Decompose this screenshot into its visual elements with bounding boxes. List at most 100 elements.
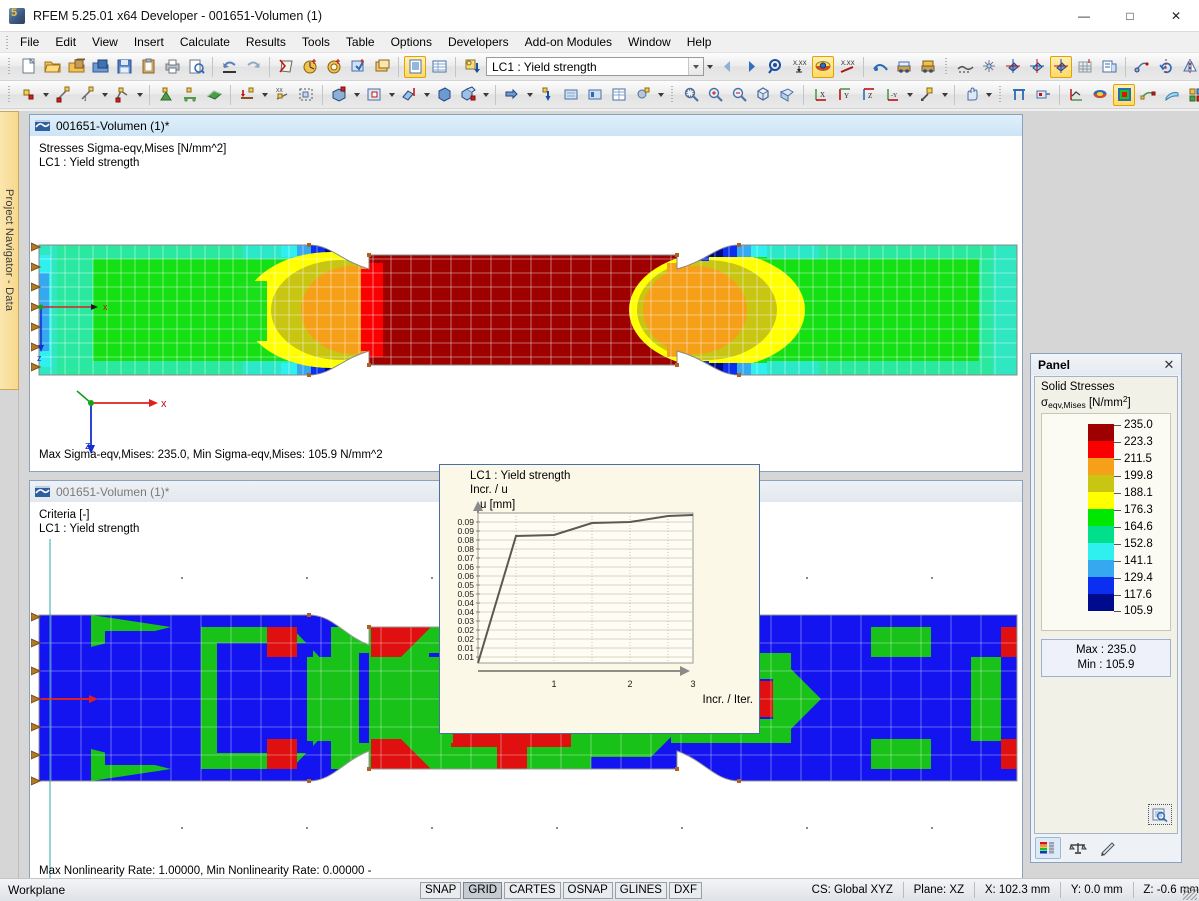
status-toggle-glines[interactable]: GLINES xyxy=(615,882,667,899)
line-dim-icon[interactable]: I xyxy=(76,84,98,106)
mdi-title-stresses[interactable]: 001651-Volumen (1)* xyxy=(30,115,1022,136)
surface-icon[interactable] xyxy=(203,84,225,106)
zoom-legend-icon[interactable] xyxy=(1148,804,1172,825)
grid-icon[interactable] xyxy=(1074,56,1096,78)
factors-tab-icon[interactable] xyxy=(1065,837,1091,859)
menu-file[interactable]: File xyxy=(12,33,47,51)
menu-tools[interactable]: Tools xyxy=(294,33,338,51)
menu-grip[interactable] xyxy=(4,35,10,50)
table-grid-icon[interactable] xyxy=(428,56,450,78)
minimize-button[interactable]: — xyxy=(1061,0,1107,32)
render-solid-icon[interactable] xyxy=(1026,56,1048,78)
measure-icon[interactable] xyxy=(1131,56,1153,78)
menu-add-on-modules[interactable]: Add-on Modules xyxy=(517,33,620,51)
toolbar-grip[interactable] xyxy=(669,85,676,105)
clipboard-icon[interactable] xyxy=(137,56,159,78)
save-project-icon[interactable] xyxy=(89,56,111,78)
color-scale-tab-icon[interactable] xyxy=(1035,837,1061,859)
next-load-case-icon[interactable] xyxy=(740,56,762,78)
results-panel[interactable]: Panel ✕ Solid Stresses σeqv,Mises [N/mm2… xyxy=(1030,353,1182,863)
smooth-icon[interactable] xyxy=(1161,84,1183,106)
pan-icon[interactable] xyxy=(960,84,982,106)
result-section-icon[interactable] xyxy=(584,84,606,106)
select-results-icon[interactable] xyxy=(347,56,369,78)
result-beam-icon[interactable] xyxy=(560,84,582,106)
render-active-icon[interactable] xyxy=(1050,56,1072,78)
result-table-icon[interactable] xyxy=(608,84,630,106)
calculate-all-icon[interactable] xyxy=(299,56,321,78)
section-icon[interactable] xyxy=(501,84,523,106)
view-box-icon[interactable] xyxy=(752,84,774,106)
node-dropdown-arrow[interactable] xyxy=(40,84,51,106)
load-diagram-icon[interactable] xyxy=(917,56,939,78)
redo-icon[interactable] xyxy=(242,56,264,78)
load-case-dropdown-arrow[interactable] xyxy=(704,56,715,78)
opening-icon[interactable] xyxy=(363,84,385,106)
load-distribution-icon[interactable] xyxy=(893,56,915,78)
node-icon[interactable] xyxy=(17,84,39,106)
result-diagram-icon[interactable] xyxy=(1065,84,1087,106)
generate-icon[interactable] xyxy=(632,84,654,106)
pan-dropdown-arrow[interactable] xyxy=(983,84,994,106)
window-icon[interactable] xyxy=(371,56,393,78)
resize-grip[interactable] xyxy=(1183,886,1197,900)
print-preview-icon[interactable] xyxy=(185,56,207,78)
status-toggle-dxf[interactable]: DXF xyxy=(669,882,702,899)
solid-icon[interactable] xyxy=(328,84,350,106)
toolbar-grip[interactable] xyxy=(997,85,1004,105)
view-z-icon[interactable]: Z xyxy=(857,84,879,106)
line-icon[interactable] xyxy=(52,84,74,106)
print-icon[interactable] xyxy=(161,56,183,78)
volume-icon[interactable] xyxy=(433,84,455,106)
volume-dropdown-arrow[interactable] xyxy=(480,84,491,106)
view-free-dropdown-arrow[interactable] xyxy=(939,84,950,106)
opening-dropdown-arrow[interactable] xyxy=(386,84,397,106)
close-button[interactable]: ✕ xyxy=(1153,0,1199,32)
zoom-out-icon[interactable] xyxy=(728,84,750,106)
prev-load-case-icon[interactable] xyxy=(716,56,738,78)
close-icon[interactable]: ✕ xyxy=(1161,357,1177,373)
color-legend[interactable]: 235.0 223.3 211.5 199.8 188.1 176.3 164.… xyxy=(1041,413,1171,631)
deformation-animate-icon[interactable] xyxy=(1137,84,1159,106)
status-toggle-osnap[interactable]: OSNAP xyxy=(563,882,613,899)
menu-developers[interactable]: Developers xyxy=(440,33,517,51)
menu-view[interactable]: View xyxy=(84,33,126,51)
deformation-icon[interactable]: X.XX xyxy=(788,56,810,78)
view-free-icon[interactable] xyxy=(916,84,938,106)
toolbar-grip[interactable] xyxy=(6,57,13,77)
mesh-icon[interactable] xyxy=(954,56,976,78)
calculate-icon[interactable] xyxy=(275,56,297,78)
project-navigator-tab[interactable]: Project Navigator - Data xyxy=(0,111,19,390)
view-negy-icon[interactable]: -Y xyxy=(881,84,903,106)
load-case-value[interactable]: LC1 : Yield strength xyxy=(487,60,688,74)
menu-results[interactable]: Results xyxy=(238,33,294,51)
menu-table[interactable]: Table xyxy=(338,33,383,51)
view-perspective-icon[interactable] xyxy=(776,84,798,106)
toolbar-grip[interactable] xyxy=(943,57,950,77)
values-on-surfaces-icon[interactable]: X.XX xyxy=(836,56,858,78)
zoom-fit-icon[interactable] xyxy=(680,84,702,106)
section-dropdown-arrow[interactable] xyxy=(524,84,535,106)
palette-icon[interactable] xyxy=(1185,84,1199,106)
open-file-icon[interactable] xyxy=(41,56,63,78)
rotate-icon[interactable] xyxy=(1155,56,1177,78)
load-case-icon[interactable] xyxy=(461,56,483,78)
load-case-combo[interactable]: LC1 : Yield strength xyxy=(486,57,704,76)
new-file-icon[interactable] xyxy=(17,56,39,78)
status-toggle-grid[interactable]: GRID xyxy=(463,882,502,899)
view-tab-icon[interactable] xyxy=(1095,837,1121,859)
surface-release-dropdown-arrow[interactable] xyxy=(421,84,432,106)
menu-options[interactable]: Options xyxy=(383,33,440,51)
menu-help[interactable]: Help xyxy=(679,33,720,51)
generate-dropdown-arrow[interactable] xyxy=(655,84,666,106)
color-scale-icon[interactable] xyxy=(1089,84,1111,106)
menu-edit[interactable]: Edit xyxy=(47,33,84,51)
support-icon[interactable] xyxy=(179,84,201,106)
mirror-icon[interactable] xyxy=(1179,56,1199,78)
member-load-icon[interactable]: XX xyxy=(271,84,293,106)
polyline-dropdown-arrow[interactable] xyxy=(134,84,145,106)
mdi-window-stresses[interactable]: 001651-Volumen (1)* Stresses Sigma-eqv,M… xyxy=(29,114,1023,472)
view-x-icon[interactable]: X xyxy=(809,84,831,106)
isosurface-icon[interactable] xyxy=(1113,84,1135,106)
render-model-icon[interactable] xyxy=(1002,56,1024,78)
